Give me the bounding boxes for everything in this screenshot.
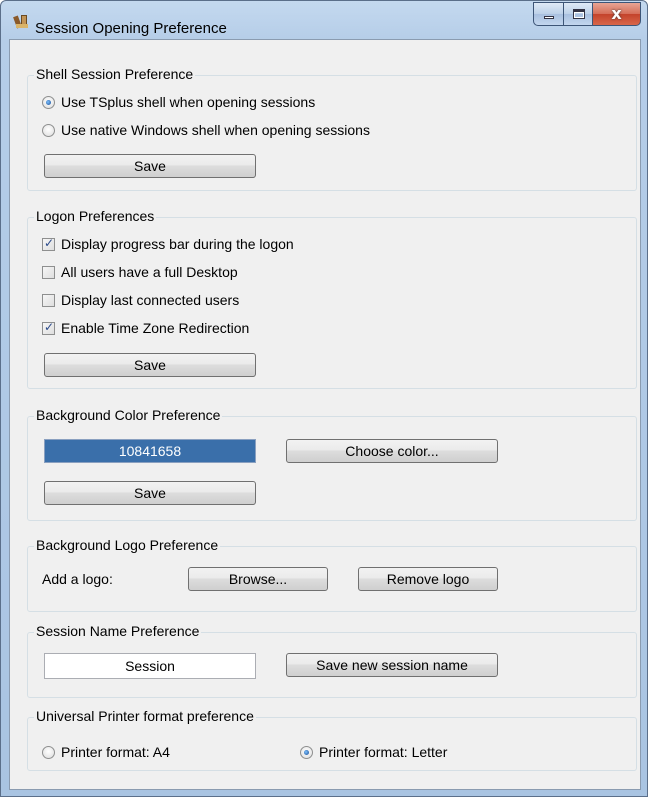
checkbox-last-users[interactable]: Display last connected users <box>42 290 239 310</box>
radio-tsplus-shell[interactable]: Use TSplus shell when opening sessions <box>42 92 315 112</box>
background-logo-group: Background Logo Preference Add a logo: B… <box>27 537 637 612</box>
minimize-button[interactable] <box>533 2 563 26</box>
background-logo-legend: Background Logo Preference <box>34 537 221 553</box>
app-window: Session Opening Preference x Shell Sessi… <box>0 0 648 797</box>
maximize-button[interactable] <box>563 2 593 26</box>
checkbox-icon[interactable] <box>42 320 55 335</box>
title-bar[interactable]: Session Opening Preference x <box>1 1 647 39</box>
session-name-input[interactable]: Session <box>44 653 256 679</box>
checkbox-icon[interactable] <box>42 265 55 279</box>
radio-printer-a4[interactable]: Printer format: A4 <box>42 742 170 762</box>
radio-printer-letter[interactable]: Printer format: Letter <box>300 742 447 762</box>
choose-color-button[interactable]: Choose color... <box>286 439 498 463</box>
radio-label: Printer format: A4 <box>61 744 170 760</box>
background-color-legend: Background Color Preference <box>34 407 223 423</box>
checkbox-progress-bar[interactable]: Display progress bar during the logon <box>42 234 294 254</box>
checkbox-label: Enable Time Zone Redirection <box>61 320 250 336</box>
session-name-legend: Session Name Preference <box>34 623 202 639</box>
checkbox-label: Display progress bar during the logon <box>61 236 294 252</box>
remove-logo-button[interactable]: Remove logo <box>358 567 498 591</box>
printer-format-group: Universal Printer format preference Prin… <box>27 708 637 771</box>
color-value-field: 10841658 <box>44 439 256 463</box>
radio-native-shell[interactable]: Use native Windows shell when opening se… <box>42 120 370 140</box>
save-session-name-button[interactable]: Save new session name <box>286 653 498 677</box>
radio-button-icon[interactable] <box>300 745 313 759</box>
tools-icon <box>13 14 31 30</box>
logon-group: Logon Preferences Display progress bar d… <box>27 208 637 389</box>
session-name-group: Session Name Preference Session Save new… <box>27 623 637 698</box>
shell-session-legend: Shell Session Preference <box>34 66 196 82</box>
checkbox-time-zone[interactable]: Enable Time Zone Redirection <box>42 318 249 338</box>
radio-label: Printer format: Letter <box>319 744 448 760</box>
radio-button-icon[interactable] <box>42 745 55 759</box>
add-logo-label: Add a logo: <box>42 571 113 587</box>
maximize-icon <box>573 9 585 19</box>
shell-save-button[interactable]: Save <box>44 154 256 178</box>
browse-button[interactable]: Browse... <box>188 567 328 591</box>
radio-label: Use TSplus shell when opening sessions <box>61 94 316 110</box>
logon-save-button[interactable]: Save <box>44 353 256 377</box>
radio-button-icon[interactable] <box>42 95 55 109</box>
close-icon: x <box>611 4 622 23</box>
radio-label: Use native Windows shell when opening se… <box>61 122 370 138</box>
checkbox-full-desktop[interactable]: All users have a full Desktop <box>42 262 238 282</box>
caption-buttons: x <box>533 2 641 28</box>
minimize-icon <box>544 16 554 19</box>
logon-legend: Logon Preferences <box>34 208 157 224</box>
checkbox-icon[interactable] <box>42 293 55 307</box>
radio-button-icon[interactable] <box>42 123 55 137</box>
window-title: Session Opening Preference <box>35 20 227 37</box>
checkbox-icon[interactable] <box>42 236 55 251</box>
checkbox-label: All users have a full Desktop <box>61 264 238 280</box>
shell-session-group: Shell Session Preference Use TSplus shel… <box>27 66 637 191</box>
printer-format-legend: Universal Printer format preference <box>34 708 256 724</box>
checkbox-label: Display last connected users <box>61 292 240 308</box>
close-button[interactable]: x <box>593 2 641 26</box>
color-save-button[interactable]: Save <box>44 481 256 505</box>
background-color-group: Background Color Preference 10841658 Cho… <box>27 407 637 521</box>
